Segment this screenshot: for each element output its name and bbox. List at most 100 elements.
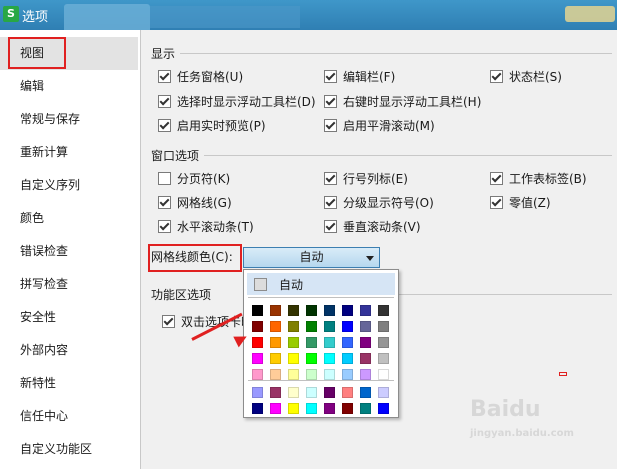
checkbox-task-pane[interactable]: 任务窗格(U) (158, 69, 243, 85)
color-swatch[interactable] (378, 305, 389, 316)
sidebar-item-security[interactable]: 安全性 (0, 301, 138, 334)
color-swatch[interactable] (288, 337, 299, 348)
color-swatch[interactable] (360, 337, 371, 348)
color-swatch[interactable] (360, 403, 371, 414)
checkbox-box[interactable] (324, 70, 337, 83)
checkbox-sheet-tabs[interactable]: 工作表标签(B) (490, 171, 587, 187)
color-swatch[interactable] (378, 369, 389, 380)
checkbox-box[interactable] (324, 172, 337, 185)
sidebar-item-edit[interactable]: 编辑 (0, 70, 138, 103)
gridline-color-dropdown[interactable]: 自动 (243, 247, 380, 268)
sidebar-item-general-save[interactable]: 常规与保存 (0, 103, 138, 136)
checkbox-page-breaks[interactable]: 分页符(K) (158, 171, 230, 187)
color-swatch[interactable] (270, 369, 281, 380)
color-swatch[interactable] (360, 305, 371, 316)
color-swatch[interactable] (342, 387, 353, 398)
color-option-auto[interactable]: 自动 (247, 273, 395, 295)
sidebar-item-spelling[interactable]: 拼写检查 (0, 268, 138, 301)
sidebar-item-trust-center[interactable]: 信任中心 (0, 400, 138, 433)
account-button[interactable] (565, 6, 615, 22)
color-swatch[interactable] (288, 305, 299, 316)
checkbox-box[interactable] (324, 220, 337, 233)
color-swatch[interactable] (324, 403, 335, 414)
color-swatch[interactable] (306, 321, 317, 332)
color-swatch[interactable] (342, 369, 353, 380)
color-swatch[interactable] (360, 369, 371, 380)
checkbox-box[interactable] (324, 119, 337, 132)
checkbox-box[interactable] (324, 95, 337, 108)
color-swatch[interactable] (306, 353, 317, 364)
color-swatch[interactable] (306, 369, 317, 380)
checkbox-box[interactable] (490, 70, 503, 83)
color-swatch[interactable] (288, 387, 299, 398)
checkbox-vertical-scrollbar[interactable]: 垂直滚动条(V) (324, 219, 421, 235)
checkbox-horizontal-scrollbar[interactable]: 水平滚动条(T) (158, 219, 254, 235)
color-swatch[interactable] (360, 353, 371, 364)
color-swatch[interactable] (306, 387, 317, 398)
color-swatch[interactable] (324, 353, 335, 364)
checkbox-box[interactable] (158, 95, 171, 108)
sidebar-item-external-content[interactable]: 外部内容 (0, 334, 138, 367)
color-swatch[interactable] (252, 387, 263, 398)
color-swatch[interactable] (378, 387, 389, 398)
color-swatch[interactable] (324, 387, 335, 398)
sidebar-item-customize-ribbon[interactable]: 自定义功能区 (0, 433, 138, 466)
color-swatch[interactable] (252, 337, 263, 348)
checkbox-box[interactable] (162, 315, 175, 328)
sidebar-item-new-features[interactable]: 新特性 (0, 367, 138, 400)
checkbox-box[interactable] (158, 172, 171, 185)
color-swatch[interactable] (324, 305, 335, 316)
checkbox-float-toolbar-rightclick[interactable]: 右键时显示浮动工具栏(H) (324, 94, 481, 110)
color-swatch[interactable] (270, 321, 281, 332)
checkbox-float-toolbar-select[interactable]: 选择时显示浮动工具栏(D) (158, 94, 316, 110)
checkbox-smooth-scroll[interactable]: 启用平滑滚动(M) (324, 118, 435, 134)
color-swatch[interactable] (360, 387, 371, 398)
checkbox-live-preview[interactable]: 启用实时预览(P) (158, 118, 266, 134)
checkbox-box[interactable] (158, 220, 171, 233)
color-swatch[interactable] (270, 403, 281, 414)
color-swatch[interactable] (342, 403, 353, 414)
checkbox-box[interactable] (324, 196, 337, 209)
color-swatch[interactable] (306, 403, 317, 414)
checkbox-box[interactable] (158, 70, 171, 83)
color-swatch[interactable] (324, 369, 335, 380)
color-swatch[interactable] (270, 305, 281, 316)
sidebar-item-custom-lists[interactable]: 自定义序列 (0, 169, 138, 202)
color-swatch[interactable] (378, 353, 389, 364)
color-swatch[interactable] (360, 321, 371, 332)
color-swatch[interactable] (252, 353, 263, 364)
checkbox-box[interactable] (490, 196, 503, 209)
sidebar-item-error-checking[interactable]: 错误检查 (0, 235, 138, 268)
checkbox-zero-values[interactable]: 零值(Z) (490, 195, 551, 211)
document-tab[interactable] (64, 4, 150, 30)
color-swatch[interactable] (270, 353, 281, 364)
checkbox-box[interactable] (158, 196, 171, 209)
color-swatch[interactable] (378, 337, 389, 348)
checkbox-row-col-headers[interactable]: 行号列标(E) (324, 171, 408, 187)
color-swatch[interactable] (288, 369, 299, 380)
color-swatch[interactable] (288, 321, 299, 332)
color-swatch[interactable] (378, 321, 389, 332)
color-swatch[interactable] (342, 337, 353, 348)
checkbox-outline-symbols[interactable]: 分级显示符号(O) (324, 195, 434, 211)
color-swatch[interactable] (342, 305, 353, 316)
color-swatch[interactable] (270, 337, 281, 348)
color-swatch[interactable] (306, 305, 317, 316)
color-swatch[interactable] (252, 305, 263, 316)
color-swatch[interactable] (324, 337, 335, 348)
color-swatch[interactable] (288, 403, 299, 414)
color-swatch[interactable] (306, 337, 317, 348)
color-swatch[interactable] (252, 403, 263, 414)
sidebar-item-color[interactable]: 颜色 (0, 202, 138, 235)
sidebar-item-recalculate[interactable]: 重新计算 (0, 136, 138, 169)
color-swatch[interactable] (342, 321, 353, 332)
color-swatch[interactable] (342, 353, 353, 364)
checkbox-formula-bar[interactable]: 编辑栏(F) (324, 69, 395, 85)
checkbox-box[interactable] (158, 119, 171, 132)
checkbox-box[interactable] (490, 172, 503, 185)
color-swatch[interactable] (324, 321, 335, 332)
checkbox-status-bar[interactable]: 状态栏(S) (490, 69, 562, 85)
checkbox-gridlines[interactable]: 网格线(G) (158, 195, 232, 211)
color-swatch[interactable] (288, 353, 299, 364)
color-swatch[interactable] (270, 387, 281, 398)
